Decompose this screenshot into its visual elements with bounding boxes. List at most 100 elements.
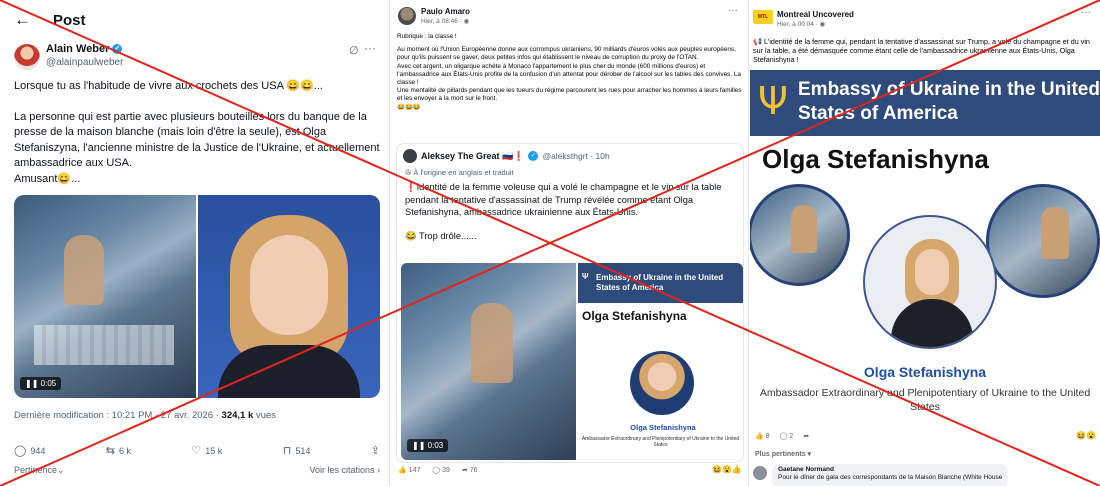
comment-bubble: Gaetane Normand Pour le dîner de gala de… bbox=[772, 464, 1009, 486]
globe-icon: ◉ bbox=[463, 18, 470, 25]
portrait-photo[interactable] bbox=[198, 195, 380, 398]
author-name[interactable]: Alain Weber ✓ bbox=[46, 43, 123, 55]
card-subtitle: Olga Stefanishyna bbox=[630, 423, 696, 432]
avatar[interactable] bbox=[14, 44, 40, 70]
post-meta: Dernière modification : 10:21 PM · 27 av… bbox=[14, 410, 276, 421]
arrow-left-icon[interactable]: ← bbox=[14, 10, 31, 30]
post-text: Lorsque tu as l'habitude de vivre aux cr… bbox=[14, 79, 380, 202]
post-paragraph: Au moment où l'Union Européenne donne au… bbox=[397, 46, 742, 111]
avatar[interactable] bbox=[753, 466, 767, 480]
trident-icon: Ψ bbox=[582, 272, 589, 281]
comment-author[interactable]: Gaetane Normand bbox=[778, 466, 1002, 474]
view-quotes-link[interactable]: Voir les citations › bbox=[309, 465, 380, 476]
repost-button[interactable]: ⇆ 6 k bbox=[106, 444, 131, 457]
reaction-bar: 👍 8 ◯ 2 ➦ bbox=[755, 432, 809, 440]
thumbs-up-icon: 👍 bbox=[755, 433, 764, 440]
repost-icon: ⇆ bbox=[105, 445, 115, 457]
card-title: Olga Stefanishyna bbox=[582, 309, 687, 323]
video-duration-badge: ❚❚ 0:05 bbox=[20, 377, 62, 390]
reply-button[interactable]: ◯ 944 bbox=[14, 444, 45, 457]
share-icon: ➦ bbox=[803, 433, 810, 440]
translate-icon: ✇ bbox=[405, 168, 412, 177]
translation-note: ✇ À l'origine en anglais et traduit bbox=[405, 168, 514, 177]
more-options-icon[interactable]: ··· bbox=[1081, 7, 1091, 18]
avatar[interactable]: MTL bbox=[753, 10, 773, 24]
share-button[interactable]: ➦ 76 bbox=[462, 466, 478, 474]
facebook-post-panel-2: MTL Montreal Uncovered Hier, à 00:04 · ◉… bbox=[750, 0, 1100, 486]
video-still-circle bbox=[986, 184, 1100, 298]
action-bar: ◯ 944 ⇆ 6 k ♡ 15 k ⊓ 514 ⇪ bbox=[14, 444, 380, 457]
share-icon: ⇪ bbox=[370, 445, 380, 457]
comment: Gaetane Normand Pour le dîner de gala de… bbox=[753, 464, 1097, 486]
comment-text: Pour le dîner de gala des correspondants… bbox=[778, 474, 1003, 481]
more-options-icon[interactable]: ··· bbox=[728, 5, 738, 16]
globe-icon: ◉ bbox=[819, 21, 826, 28]
like-button[interactable]: 👍 147 bbox=[398, 466, 420, 474]
heart-icon: ♡ bbox=[191, 445, 202, 457]
tweet-paragraph: ❗Identité de la femme voleuse qui a volé… bbox=[405, 182, 722, 218]
reaction-emojis[interactable]: 😆😮👍 bbox=[712, 465, 742, 474]
tweet-header: Aleksey The Great 🇷🇺❗ ✓ @aleksthgrt · 10… bbox=[403, 149, 610, 163]
bookmark-icon: ⊓ bbox=[282, 445, 292, 457]
banner-title: Embassy of Ukraine in the United States … bbox=[798, 79, 1100, 124]
post-paragraph: La personne qui est partie avec plusieur… bbox=[14, 110, 380, 185]
card-role: Ambassador Extraordinary and Plenipotent… bbox=[581, 436, 740, 448]
embedded-tweet[interactable]: Aleksey The Great 🇷🇺❗ ✓ @aleksthgrt · 10… bbox=[396, 143, 744, 463]
embassy-card-image[interactable]: Ψ Embassy of Ukraine in the United State… bbox=[750, 70, 1100, 425]
tweet-handle[interactable]: @aleksthgrt · 10h bbox=[542, 151, 609, 161]
avatar[interactable] bbox=[398, 7, 416, 25]
video-thumbnail[interactable]: ❚❚ 0:03 bbox=[401, 263, 576, 460]
author-handle[interactable]: @alainpaulweber bbox=[46, 57, 123, 68]
card-title: Olga Stefanishyna bbox=[762, 144, 989, 174]
grok-icon[interactable]: ∅ bbox=[349, 44, 359, 57]
post-media: ❚❚ 0:05 bbox=[14, 195, 380, 398]
tweet-media: ❚❚ 0:03 Ψ Embassy of Ukraine in the Unit… bbox=[401, 263, 743, 460]
like-button[interactable]: ♡ 15 k bbox=[191, 444, 222, 457]
author-name[interactable]: Montreal Uncovered bbox=[777, 10, 854, 19]
tweet-text: ❗Identité de la femme voleuse qui a volé… bbox=[405, 181, 739, 253]
facebook-post-panel: Paulo Amaro Hier, à 08:46 · ◉ ··· Rubriq… bbox=[389, 0, 749, 486]
like-button[interactable]: 👍 8 bbox=[755, 432, 770, 440]
comment-icon: ◯ bbox=[432, 467, 441, 474]
video-thumbnail[interactable]: ❚❚ 0:05 bbox=[14, 195, 196, 398]
post-text: 📢 L'identité de la femme qui, pendant la… bbox=[753, 37, 1090, 65]
reaction-bar: 👍 147 ◯ 39 ➦ 76 bbox=[398, 466, 478, 474]
card-subtitle: Olga Stefanishyna bbox=[863, 364, 987, 380]
author-name-text[interactable]: Alain Weber bbox=[46, 43, 109, 55]
author-name[interactable]: Paulo Amaro bbox=[421, 7, 470, 16]
embassy-card-image[interactable]: Ψ Embassy of Ukraine in the United State… bbox=[578, 263, 743, 460]
post-time[interactable]: Hier, à 00:04 · ◉ bbox=[777, 20, 825, 28]
verified-badge-icon: ✓ bbox=[112, 44, 123, 54]
video-duration-badge: ❚❚ 0:03 bbox=[407, 439, 449, 452]
post-paragraph: Lorsque tu as l'habitude de vivre aux cr… bbox=[14, 80, 323, 92]
relevance-dropdown[interactable]: Pertinence⌄ bbox=[14, 465, 65, 476]
verified-badge-icon: ✓ bbox=[528, 151, 539, 161]
embassy-banner: Ψ Embassy of Ukraine in the United State… bbox=[750, 70, 1100, 136]
post-time[interactable]: Hier, à 08:46 · ◉ bbox=[421, 17, 469, 25]
portrait-photo bbox=[863, 215, 997, 349]
comment-button[interactable]: ◯ 2 bbox=[780, 432, 794, 440]
views-count: 324,1 k bbox=[221, 410, 254, 421]
comment-button[interactable]: ◯ 39 bbox=[432, 466, 450, 474]
trident-icon: Ψ bbox=[758, 79, 788, 123]
reaction-emojis[interactable]: 😆😮 bbox=[1076, 431, 1096, 440]
video-still-circle bbox=[750, 184, 850, 286]
share-button[interactable]: ➦ bbox=[803, 432, 809, 440]
page-title: Post bbox=[53, 11, 86, 29]
comment-icon: ◯ bbox=[779, 433, 788, 440]
share-icon: ➦ bbox=[461, 467, 468, 474]
card-role: Ambassador Extraordinary and Plenipotent… bbox=[759, 387, 1091, 413]
post-footer: Pertinence⌄ Voir les citations › bbox=[14, 465, 380, 476]
tweet-paragraph: 😂 Trop drôle...... bbox=[405, 230, 477, 241]
bookmark-button[interactable]: ⊓ 514 bbox=[283, 444, 311, 457]
thumbs-up-icon: 👍 bbox=[398, 467, 407, 474]
embassy-banner: Ψ Embassy of Ukraine in the United State… bbox=[578, 263, 743, 303]
more-options-icon[interactable]: ··· bbox=[364, 41, 376, 55]
x-post-panel: ← Post Alain Weber ✓ @alainpaulweber ∅ ·… bbox=[0, 0, 386, 486]
tweet-author[interactable]: Aleksey The Great 🇷🇺❗ bbox=[421, 151, 524, 162]
comment-sort-dropdown[interactable]: Plus pertinents ▾ bbox=[755, 450, 811, 458]
post-paragraph: Rubrique : la classe ! bbox=[397, 33, 457, 40]
avatar[interactable] bbox=[403, 149, 417, 163]
post-text: Rubrique : la classe ! Au moment où l'Un… bbox=[397, 33, 743, 117]
share-button[interactable]: ⇪ bbox=[371, 444, 380, 457]
